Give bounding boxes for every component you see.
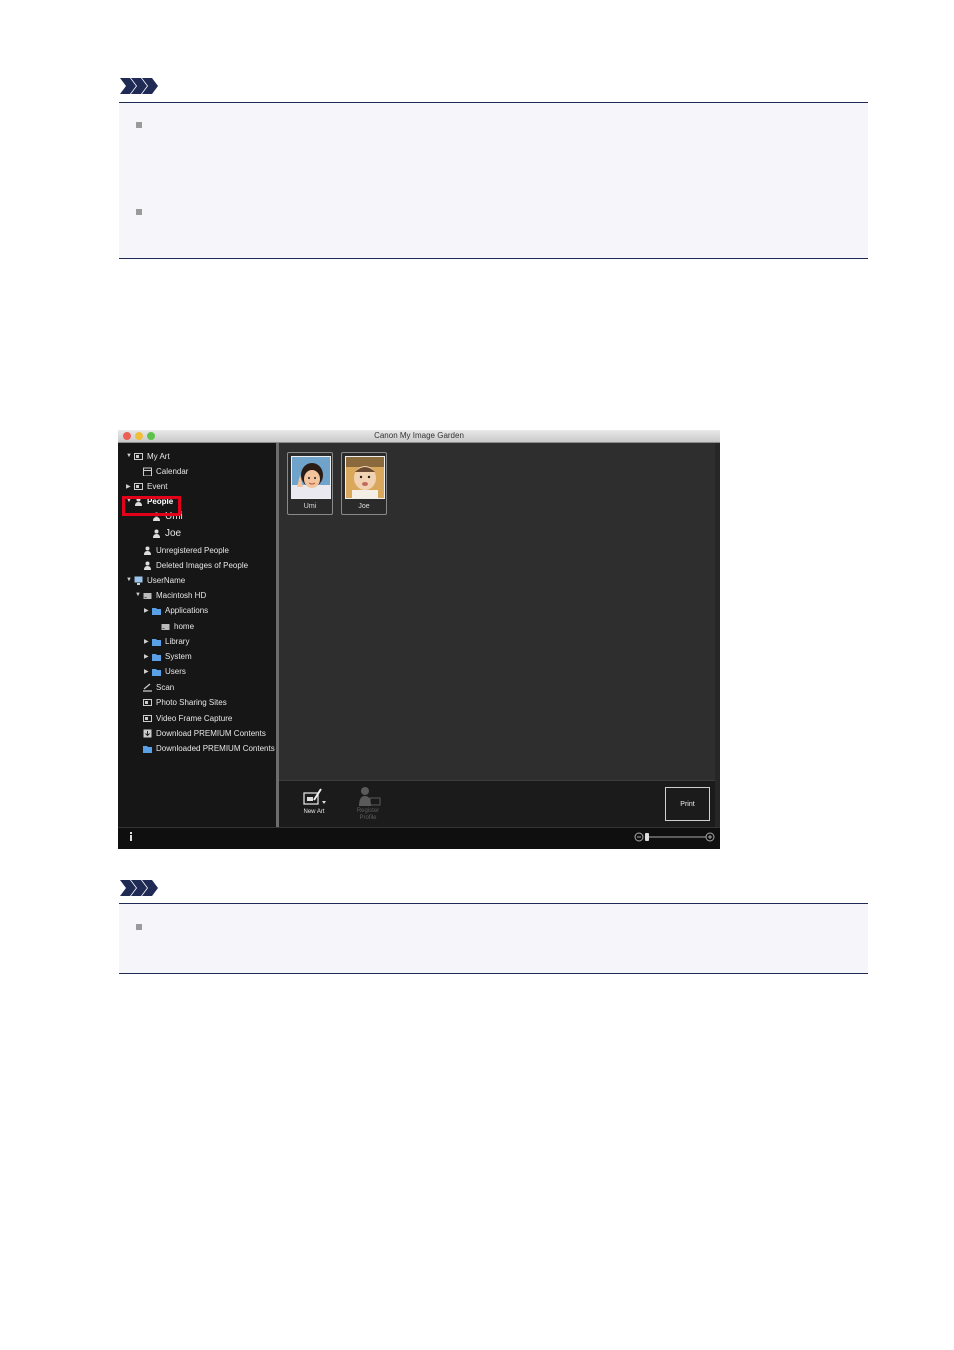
sidebar-item-label: Photo Sharing Sites [156, 697, 227, 707]
note-bullet [136, 209, 142, 215]
sidebar-item-label: Downloaded PREMIUM Contents [156, 743, 275, 753]
sidebar-item-label: Video Frame Capture [156, 713, 233, 723]
sidebar-item-users[interactable]: ▶ Users [144, 664, 186, 678]
sidebar-item-video-frame-capture[interactable]: Video Frame Capture [135, 711, 232, 725]
calendar-icon [143, 467, 152, 476]
note-icon [120, 78, 158, 94]
sidebar-item-label: Library [165, 636, 190, 646]
print-button[interactable]: Print [665, 787, 710, 821]
sidebar-item-label: Deleted Images of People [156, 560, 249, 570]
sidebar-item-calendar[interactable]: Calendar [135, 464, 188, 478]
expanded-triangle-icon[interactable]: ▼ [135, 592, 143, 598]
sidebar-item-photo-sharing-sites[interactable]: Photo Sharing Sites [135, 695, 227, 709]
deleted-people-icon [143, 561, 152, 570]
drive-icon [161, 622, 170, 631]
register-profile-button[interactable]: Register Profile [349, 786, 387, 822]
collapsed-triangle-icon[interactable]: ▶ [144, 668, 152, 675]
scan-icon [143, 683, 152, 692]
sidebar-item-system[interactable]: ▶ System [144, 649, 192, 663]
sidebar-item-unregistered-people[interactable]: Unregistered People [135, 543, 229, 557]
sidebar: ▼ My Art Calendar ▶ Event ▼ People Umi Joe Unregi… [118, 443, 276, 827]
bottom-toolbar: New Art Register Profile Print [279, 780, 715, 828]
thumbnail-label: Umi [303, 503, 317, 510]
sidebar-item-label: home [174, 621, 195, 631]
photo-sharing-icon [143, 698, 152, 707]
sidebar-item-label: Macintosh HD [156, 590, 207, 600]
photo-umi [291, 456, 331, 499]
sidebar-item-download-premium-contents[interactable]: Download PREMIUM Contents [135, 726, 266, 740]
sidebar-item-label: My Art [147, 451, 170, 461]
sidebar-item-joe[interactable]: Joe [144, 526, 181, 540]
sidebar-item-label: System [165, 651, 192, 661]
computer-icon [134, 576, 143, 585]
folder-icon [152, 637, 161, 646]
collapsed-triangle-icon[interactable]: ▶ [126, 483, 134, 490]
sidebar-item-label: Users [165, 666, 186, 676]
collapsed-triangle-icon[interactable]: ▶ [144, 638, 152, 645]
sidebar-item-label: Unregistered People [156, 545, 229, 555]
sidebar-item-username[interactable]: ▼ UserName [126, 573, 185, 587]
register-profile-icon [359, 787, 381, 806]
sidebar-item-event[interactable]: ▶ Event [126, 479, 167, 493]
note-box-bottom [119, 903, 868, 974]
collapsed-triangle-icon[interactable]: ▶ [144, 607, 152, 614]
title-bar: Canon My Image Garden [118, 430, 720, 443]
person-icon [152, 529, 161, 538]
sidebar-item-label: Event [147, 481, 168, 491]
note-box-top [119, 102, 868, 259]
new-art-label: New Art [303, 809, 325, 815]
register-profile-label: Register Profile [356, 808, 380, 821]
content-area: Umi Joe [279, 443, 715, 780]
expanded-triangle-icon[interactable]: ▼ [126, 453, 134, 459]
video-capture-icon [143, 714, 152, 723]
sidebar-item-label: Calendar [156, 466, 189, 476]
expanded-triangle-icon[interactable]: ▼ [126, 577, 134, 583]
sidebar-item-macintosh-hd[interactable]: ▼ Macintosh HD [135, 588, 206, 602]
event-icon [134, 482, 143, 491]
sidebar-item-applications[interactable]: ▶ Applications [144, 603, 208, 617]
download-icon [143, 729, 152, 738]
folder-icon [143, 744, 152, 753]
app-window: Canon My Image Garden ▼ My Art Calendar ▶ Ev… [118, 430, 720, 849]
hard-drive-icon [143, 591, 152, 600]
zoom-slider[interactable] [632, 831, 716, 843]
folder-icon [152, 606, 161, 615]
thumbnail-umi[interactable]: Umi [287, 452, 333, 515]
my-art-icon [134, 452, 143, 461]
thumbnail-label: Joe [358, 503, 370, 510]
sidebar-item-deleted-images-of-people[interactable]: Deleted Images of People [135, 558, 248, 572]
folder-icon [152, 652, 161, 661]
sidebar-item-scan[interactable]: Scan [135, 680, 174, 694]
note-bullet [136, 122, 142, 128]
new-art-icon [303, 788, 326, 805]
photo-joe [345, 456, 385, 499]
collapsed-triangle-icon[interactable]: ▶ [144, 653, 152, 660]
sidebar-item-label: UserName [147, 575, 186, 585]
window-title: Canon My Image Garden [374, 431, 464, 440]
new-art-button[interactable]: New Art [297, 787, 331, 815]
sidebar-item-my-art[interactable]: ▼ My Art [126, 449, 170, 463]
sidebar-item-downloaded-premium-contents[interactable]: Downloaded PREMIUM Contents [135, 741, 275, 755]
note-icon [120, 880, 158, 896]
sidebar-item-home[interactable]: home [153, 619, 194, 633]
info-icon[interactable] [128, 832, 134, 842]
unregistered-people-icon [143, 546, 152, 555]
sidebar-item-label: Download PREMIUM Contents [156, 728, 266, 738]
folder-icon [152, 667, 161, 676]
sidebar-item-label: Joe [165, 527, 182, 539]
sidebar-item-label: Applications [165, 605, 209, 615]
sidebar-item-library[interactable]: ▶ Library [144, 634, 189, 648]
note-bullet [136, 924, 142, 930]
people-highlight-box [122, 496, 181, 516]
thumbnail-joe[interactable]: Joe [341, 452, 387, 515]
sidebar-item-label: Scan [156, 682, 175, 692]
status-bar [118, 827, 720, 849]
scrollbar[interactable] [715, 443, 720, 827]
